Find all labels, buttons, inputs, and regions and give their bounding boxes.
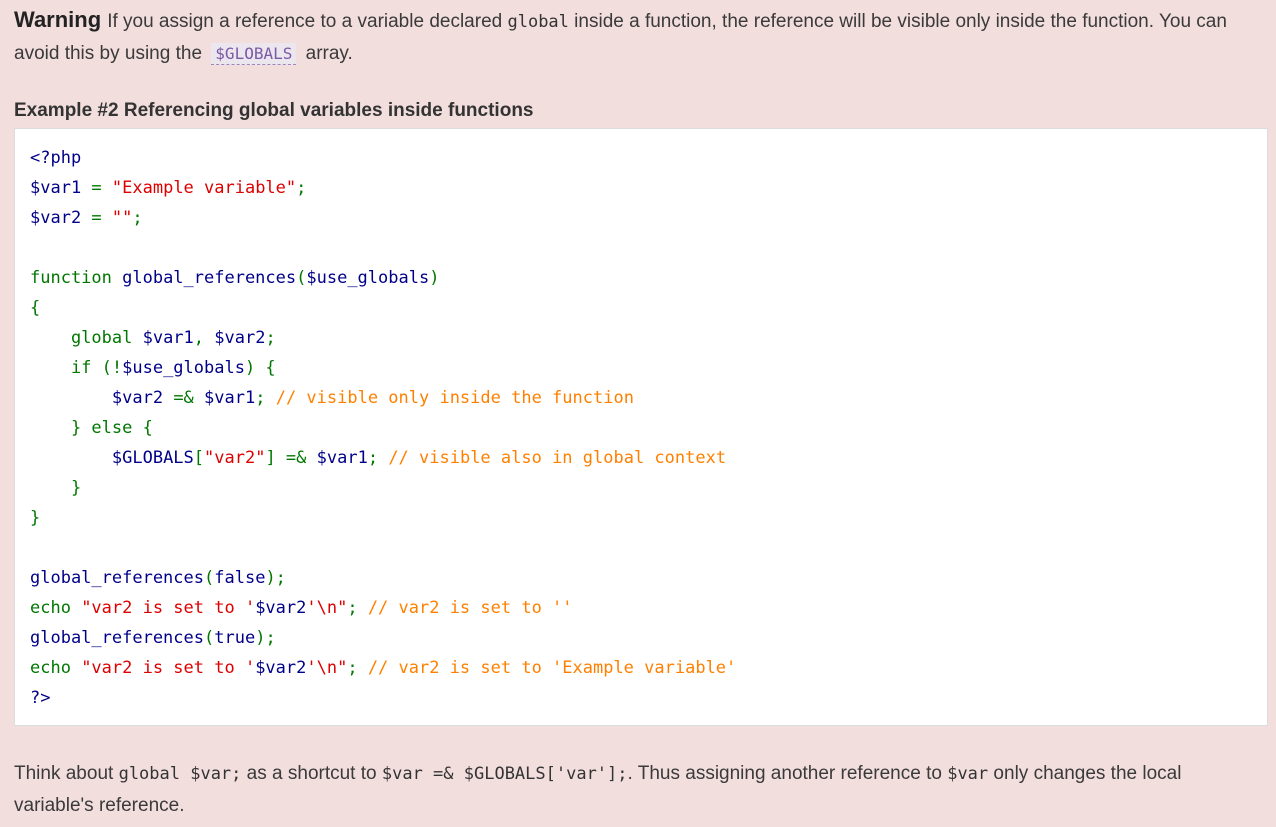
code-line: } else { [30, 413, 736, 443]
explanation-paragraph: Think about global $var; as a shortcut t… [14, 758, 1264, 822]
inline-code: $var [947, 764, 989, 784]
code-token: echo [30, 658, 82, 678]
code-line: } [30, 473, 736, 503]
code-example-box: <?php $var1 = "Example variable"; $var2 = … [14, 128, 1268, 726]
code-token: echo [30, 598, 82, 618]
code-token: ; [255, 388, 276, 408]
code-token: global_references [30, 628, 204, 648]
code-token: $var1 [316, 448, 368, 468]
code-token: ; [296, 178, 307, 198]
code-token: // var2 is set to '' [367, 598, 573, 618]
code-token: "Example variable" [111, 178, 297, 198]
code-token: false [214, 568, 266, 588]
code-token: $use_globals [306, 268, 430, 288]
code-token: ; [347, 658, 368, 678]
code-token: $var2 [111, 388, 174, 408]
code-token: ?> [30, 688, 51, 708]
code-line: $GLOBALS["var2"] =& $var1; // visible al… [30, 443, 736, 473]
code-token: =& [173, 388, 205, 408]
code-token: <?php [30, 148, 82, 168]
inline-code: $var =& $GLOBALS['var']; [381, 764, 628, 784]
code-token: , [193, 328, 215, 348]
code-token: // var2 is set to 'Example variable' [367, 658, 737, 678]
code-token: ( [204, 568, 215, 588]
explanation-text: . Thus assigning another reference to [627, 763, 948, 784]
code-token: ); [265, 568, 286, 588]
code-token: $var1 [142, 328, 194, 348]
code-token: global [30, 328, 143, 348]
code-token: [ [193, 448, 205, 468]
code-token: "" [111, 208, 133, 228]
code-token: { [30, 298, 41, 318]
code-token: } [30, 508, 41, 528]
code-token: // visible also in global context [388, 448, 727, 468]
warning-inline-code: global [507, 12, 569, 32]
code-token: ; [367, 448, 389, 468]
code-token: $var2 [255, 658, 307, 678]
code-line: $var2 = ""; [30, 203, 736, 233]
explanation-text: as a shortcut to [241, 763, 382, 784]
explanation-text: Think about [14, 763, 119, 784]
code-token: ; [347, 598, 368, 618]
code-token: $var1 [204, 388, 256, 408]
code-token: ( [204, 628, 215, 648]
warning-text: array. [300, 43, 353, 64]
code-line: { [30, 293, 736, 323]
code-token: = [91, 208, 112, 228]
code-token: ); [255, 628, 276, 648]
code-block: <?php $var1 = "Example variable"; $var2 = … [30, 143, 736, 713]
code-token: ( [296, 268, 307, 288]
code-line: $var2 =& $var1; // visible only inside t… [30, 383, 736, 413]
code-line: global $var1, $var2; [30, 323, 736, 353]
code-token: '\n" [306, 658, 348, 678]
code-token: $var2 [214, 328, 266, 348]
code-token: global_references [30, 568, 204, 588]
code-token: "var2 is set to ' [81, 598, 256, 618]
code-line: $var1 = "Example variable"; [30, 173, 736, 203]
code-token: $use_globals [122, 358, 245, 378]
code-token: $var2 [255, 598, 307, 618]
code-token: = [91, 178, 112, 198]
warning-text: If you assign a reference to a variable … [107, 11, 508, 32]
code-line: if (!$use_globals) { [30, 353, 736, 383]
code-token: if (! [30, 358, 123, 378]
code-token: $GLOBALS [111, 448, 194, 468]
code-token: '\n" [306, 598, 348, 618]
code-token: ; [132, 208, 143, 228]
code-token: $var2 [30, 208, 92, 228]
code-line: echo "var2 is set to '$var2'\n"; // var2… [30, 593, 736, 623]
code-token: function [30, 268, 123, 288]
code-line: <?php [30, 143, 736, 173]
example-title: Example #2 Referencing global variables … [14, 100, 534, 121]
code-token: true [214, 628, 256, 648]
code-token: $var1 [30, 178, 92, 198]
code-token: global_references [122, 268, 297, 288]
globals-link[interactable]: $GLOBALS [211, 43, 297, 65]
inline-code: global $var; [118, 764, 242, 784]
code-token: } [30, 478, 82, 498]
code-line: global_references(false); [30, 563, 736, 593]
code-token: // visible only inside the function [275, 388, 634, 408]
code-line: echo "var2 is set to '$var2'\n"; // var2… [30, 653, 736, 683]
code-token: "var2" [204, 448, 266, 468]
warning-note: Warning If you assign a reference to a va… [14, 4, 1264, 69]
code-token: ) [429, 268, 440, 288]
code-token: ; [265, 328, 276, 348]
code-token: } else { [30, 418, 153, 438]
warning-label: Warning [14, 7, 102, 32]
code-token: ] =& [265, 448, 317, 468]
code-line: ?> [30, 683, 736, 713]
code-line: } [30, 503, 736, 533]
code-line: function global_references($use_globals) [30, 263, 736, 293]
code-token: ) { [244, 358, 276, 378]
code-token: "var2 is set to ' [81, 658, 256, 678]
code-line: global_references(true); [30, 623, 736, 653]
